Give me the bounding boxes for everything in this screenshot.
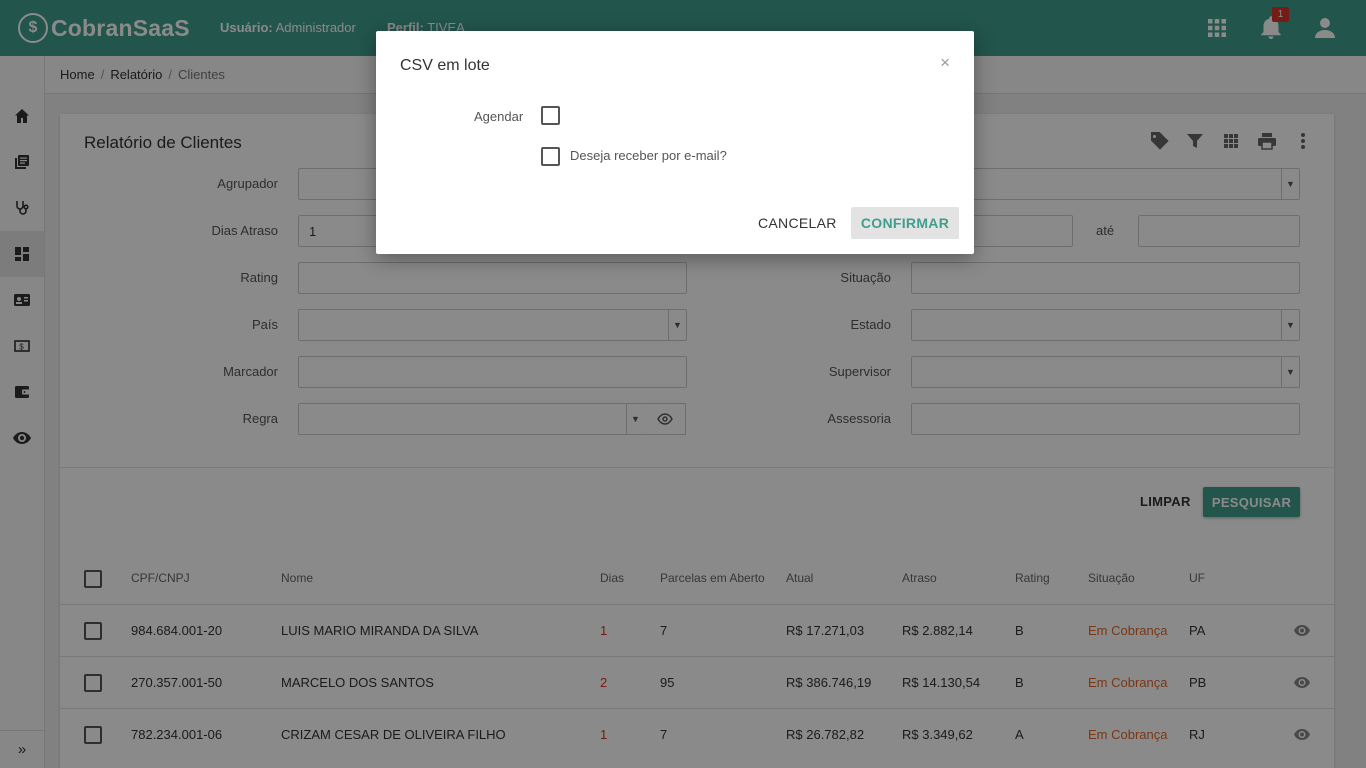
confirm-button[interactable]: CONFIRMAR [851, 207, 959, 239]
csv-dialog: CSV em lote × Agendar Deseja receber por… [376, 31, 974, 254]
agendar-checkbox[interactable] [541, 106, 560, 125]
email-checkbox-label[interactable]: Deseja receber por e-mail? [570, 148, 727, 163]
dialog-title: CSV em lote [400, 57, 490, 74]
close-icon[interactable]: × [940, 53, 950, 73]
agendar-label: Agendar [474, 109, 524, 124]
cancel-button[interactable]: CANCELAR [758, 215, 837, 231]
email-checkbox[interactable] [541, 147, 560, 166]
